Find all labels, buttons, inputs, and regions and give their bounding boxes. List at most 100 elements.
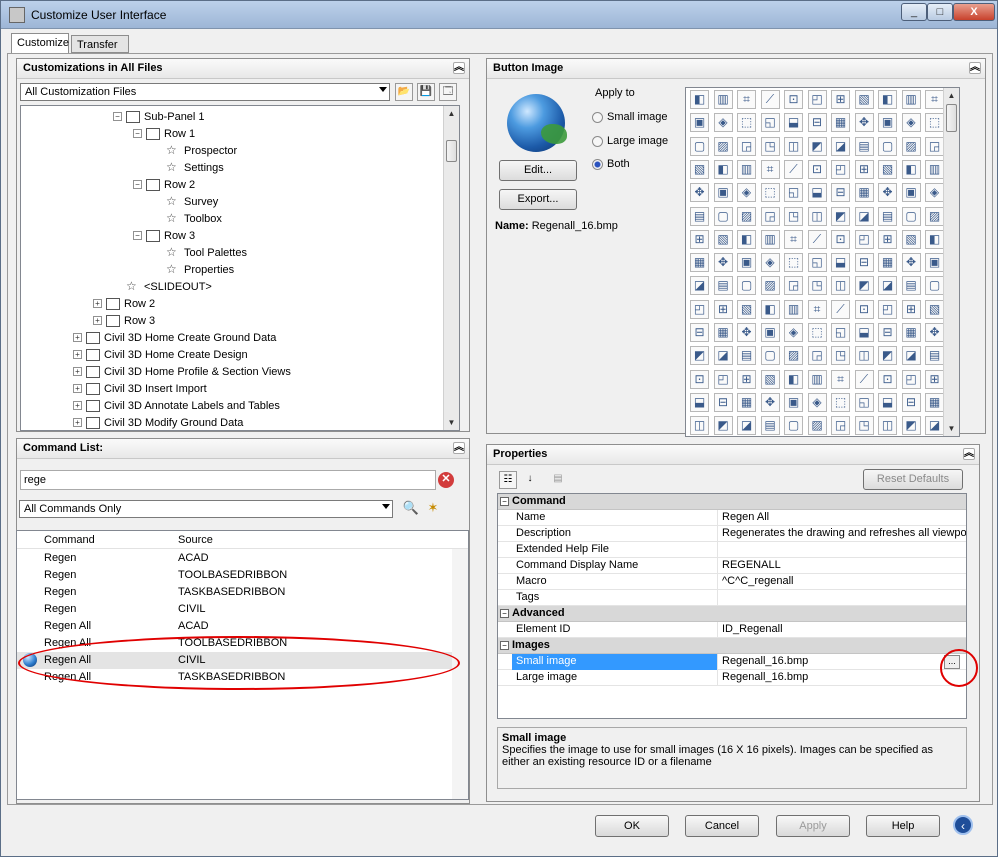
image-cell-icon[interactable]: ⬚ (737, 113, 756, 133)
tree-node[interactable]: + Row 2 (93, 295, 155, 312)
image-cell-icon[interactable]: ▦ (925, 392, 944, 412)
collapse-chevron-icon[interactable]: ︽ (453, 62, 465, 74)
image-cell-icon[interactable]: ▤ (901, 276, 921, 296)
image-cell-icon[interactable]: ◩ (901, 416, 921, 436)
property-value[interactable]: REGENALL (718, 558, 966, 574)
image-cell-icon[interactable]: ⊡ (690, 369, 709, 389)
image-cell-icon[interactable]: ⬓ (854, 323, 874, 342)
command-row[interactable]: Regen TASKBASEDRIBBON (17, 584, 457, 601)
image-cell-icon[interactable]: ◫ (690, 416, 709, 436)
image-cell-icon[interactable]: ◰ (831, 159, 850, 179)
image-cell-icon[interactable]: ⌗ (784, 229, 803, 249)
image-cell-icon[interactable]: ◳ (784, 206, 803, 226)
image-cell-icon[interactable]: ◰ (690, 299, 709, 319)
column-command[interactable]: Command (44, 534, 95, 546)
image-cell-icon[interactable]: ▧ (854, 90, 874, 109)
help-button[interactable]: Help (866, 815, 940, 837)
tree-node[interactable]: + Civil 3D Annotate Labels and Tables (73, 397, 280, 414)
image-cell-icon[interactable]: ▢ (737, 276, 756, 296)
image-cell-icon[interactable]: ▥ (807, 369, 827, 389)
image-cell-icon[interactable]: ◪ (690, 276, 709, 296)
image-cell-icon[interactable]: ▧ (878, 159, 897, 179)
property-category[interactable]: − Advanced (498, 606, 966, 622)
scroll-thumb[interactable] (946, 104, 957, 132)
image-cell-icon[interactable]: ◈ (807, 392, 827, 412)
image-cell-icon[interactable]: ▤ (737, 346, 756, 366)
image-cell-icon[interactable]: ⬓ (784, 113, 803, 133)
image-cell-icon[interactable]: ▦ (831, 113, 850, 133)
title-bar[interactable]: Customize User Interface _ □ X (1, 1, 997, 29)
image-cell-icon[interactable]: ◲ (925, 136, 944, 156)
image-cell-icon[interactable]: ◩ (878, 346, 897, 366)
image-cell-icon[interactable]: ◱ (807, 253, 827, 273)
image-cell-icon[interactable]: ▨ (760, 276, 780, 296)
image-cell-icon[interactable]: ◲ (784, 276, 803, 296)
image-cell-icon[interactable]: ▤ (760, 416, 780, 436)
large-image-radio[interactable]: Large image (592, 135, 668, 147)
image-cell-icon[interactable]: ▨ (901, 136, 921, 156)
collapse-icon[interactable]: − (500, 609, 509, 618)
image-cell-icon[interactable]: ◈ (901, 113, 921, 133)
image-cell-icon[interactable]: ◫ (854, 346, 874, 366)
collapse-icon[interactable]: − (500, 641, 509, 650)
image-cell-icon[interactable]: ▥ (760, 229, 780, 249)
property-row[interactable]: Macro ^C^C_regenall (498, 574, 966, 590)
tree-node[interactable]: + Civil 3D Home Create Ground Data (73, 329, 276, 346)
image-cell-icon[interactable]: ◩ (690, 346, 709, 366)
image-cell-icon[interactable]: ▤ (854, 136, 874, 156)
image-cell-icon[interactable]: ◈ (784, 323, 803, 342)
image-cell-icon[interactable]: ⊟ (878, 323, 897, 342)
expand-icon[interactable]: + (73, 350, 82, 359)
image-cell-icon[interactable]: ◪ (854, 206, 874, 226)
image-cell-icon[interactable]: ◳ (854, 416, 874, 436)
edit-button[interactable]: Edit... (499, 160, 577, 181)
command-filter-dropdown[interactable]: All Commands Only (19, 500, 393, 518)
image-cell-icon[interactable]: ◧ (690, 90, 709, 109)
image-cell-icon[interactable]: ▨ (807, 416, 827, 436)
collapse-chevron-icon[interactable]: ︽ (453, 442, 465, 454)
image-cell-icon[interactable]: ⊟ (690, 323, 709, 342)
image-cell-icon[interactable]: ◧ (713, 159, 733, 179)
scroll-up-icon[interactable]: ▲ (944, 88, 959, 103)
image-cell-icon[interactable]: ▨ (784, 346, 803, 366)
image-cell-icon[interactable]: ⌗ (737, 90, 756, 109)
expand-icon[interactable]: + (73, 418, 82, 427)
image-cell-icon[interactable]: ◱ (760, 113, 780, 133)
image-cell-icon[interactable]: ▢ (901, 206, 921, 226)
property-value[interactable] (718, 590, 966, 606)
image-cell-icon[interactable]: ⊡ (784, 90, 803, 109)
image-cell-icon[interactable]: ▤ (690, 206, 709, 226)
image-cell-icon[interactable]: ▥ (901, 90, 921, 109)
image-cell-icon[interactable]: ⬚ (760, 183, 780, 203)
image-cell-icon[interactable]: ⊞ (690, 229, 709, 249)
image-cell-icon[interactable]: ◫ (807, 206, 827, 226)
image-cell-icon[interactable]: ▨ (737, 206, 756, 226)
image-cell-icon[interactable]: ⊞ (737, 369, 756, 389)
image-cell-icon[interactable]: ▧ (925, 299, 944, 319)
tree-node[interactable]: − Row 1 (133, 125, 195, 142)
image-cell-icon[interactable]: ▥ (737, 159, 756, 179)
tree-node[interactable]: + Civil 3D Modify Ground Data (73, 414, 243, 430)
properties-grid[interactable]: − Command Name Regen All Description Regenera… (497, 493, 967, 719)
collapse-icon[interactable]: − (133, 129, 142, 138)
image-grid-scrollbar[interactable]: ▲ ▼ (943, 88, 959, 436)
find-command-icon[interactable]: 🔍 (402, 500, 420, 518)
image-cell-icon[interactable]: ⌗ (760, 159, 780, 179)
image-cell-icon[interactable]: ⌗ (807, 299, 827, 319)
export-button[interactable]: Export... (499, 189, 577, 210)
property-value[interactable]: Regenall_16.bmp (718, 670, 966, 686)
image-cell-icon[interactable]: ⊞ (901, 299, 921, 319)
image-cell-icon[interactable]: ⬚ (807, 323, 827, 342)
image-cell-icon[interactable]: ⬚ (925, 113, 944, 133)
image-cell-icon[interactable]: ◳ (760, 136, 780, 156)
save-all-icon[interactable]: 🗔 (439, 83, 457, 101)
image-cell-icon[interactable]: ▦ (854, 183, 874, 203)
image-cell-icon[interactable]: ▤ (878, 206, 897, 226)
property-value[interactable]: Regen All (718, 510, 966, 526)
customization-files-dropdown[interactable]: All Customization Files (20, 83, 390, 101)
image-cell-icon[interactable]: ◩ (854, 276, 874, 296)
image-cell-icon[interactable]: ▧ (690, 159, 709, 179)
property-row[interactable]: Tags (498, 590, 966, 606)
image-cell-icon[interactable]: ◧ (878, 90, 897, 109)
image-cell-icon[interactable]: ⊡ (807, 159, 827, 179)
